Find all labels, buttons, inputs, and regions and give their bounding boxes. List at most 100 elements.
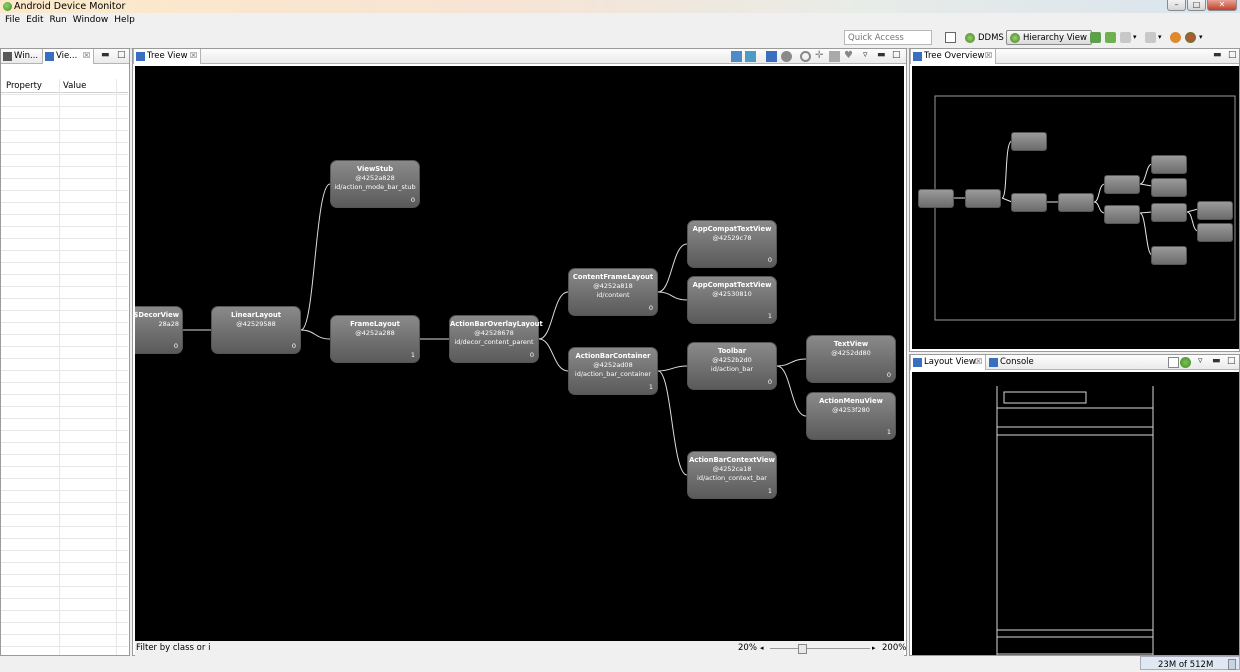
- close-button[interactable]: ✕: [1207, 0, 1237, 11]
- zoom-left-arrow-icon[interactable]: ◂: [760, 641, 764, 656]
- tree-node[interactable]: ActionBarContextView @4252ca18 id/action_c…: [687, 451, 777, 499]
- tree-node[interactable]: ViewStub @4252a828 id/action_mode_bar_stub…: [330, 160, 420, 208]
- window-icon: [3, 52, 12, 61]
- layout-canvas[interactable]: [912, 372, 1239, 655]
- minimize-icon[interactable]: ▬: [1213, 50, 1222, 60]
- maximize-button[interactable]: □: [1187, 0, 1206, 11]
- node-index: 0: [886, 371, 891, 379]
- property-row: [1, 226, 128, 227]
- tree-node[interactable]: TextView @4252dd80 0: [806, 335, 896, 383]
- node-address: @4252b2d0: [712, 356, 752, 364]
- filter-input[interactable]: [211, 643, 731, 654]
- device-icon[interactable]: [1090, 32, 1101, 43]
- property-row: [1, 538, 128, 539]
- tree-node[interactable]: ContentFrameLayout @4252a818 id/content 0: [568, 268, 658, 316]
- dump-icon[interactable]: ♥: [844, 51, 855, 62]
- tree-node[interactable]: ActionMenuView @4253f280 1: [806, 392, 896, 440]
- maximize-icon[interactable]: □: [1228, 50, 1237, 60]
- tree-node[interactable]: FrameLayout @4252a288 1: [330, 315, 420, 363]
- maximize-icon[interactable]: □: [1227, 356, 1236, 366]
- ddms-icon: [965, 33, 975, 43]
- node-index: 0: [767, 378, 772, 386]
- tree-node[interactable]: LinearLayout @42529588 0: [211, 306, 301, 354]
- filter-icon[interactable]: [1168, 357, 1179, 368]
- close-icon[interactable]: ☒: [83, 49, 90, 63]
- property-row: [1, 250, 128, 251]
- maximize-icon[interactable]: □: [117, 50, 126, 60]
- minimize-icon[interactable]: ▬: [1212, 356, 1221, 366]
- minimize-button[interactable]: –: [1167, 0, 1186, 11]
- tab-console[interactable]: Console: [987, 355, 1037, 370]
- close-icon[interactable]: ☒: [190, 49, 197, 63]
- zoom-slider-thumb[interactable]: [798, 644, 807, 654]
- property-row: [1, 322, 128, 323]
- node-index: 1: [410, 351, 415, 359]
- save-png-icon[interactable]: [731, 51, 742, 62]
- menu-run[interactable]: Run: [49, 13, 72, 27]
- chevron-down-icon[interactable]: ▾: [1199, 32, 1210, 43]
- tab-view-properties[interactable]: Vie... ☒: [42, 49, 94, 64]
- block-icon[interactable]: [800, 51, 811, 62]
- property-row: [1, 418, 128, 419]
- refresh-icon[interactable]: [1145, 32, 1156, 43]
- inspect-icon[interactable]: [1185, 32, 1196, 43]
- load-icon[interactable]: [1120, 32, 1131, 43]
- tree-node[interactable]: ActionBarOverlayLayout @42528678 id/decor_…: [449, 315, 543, 363]
- load-hierarchy-icon[interactable]: [766, 51, 777, 62]
- open-perspective-icon[interactable]: [945, 32, 956, 43]
- node-class-name: AppCompatTextView: [692, 281, 772, 289]
- menu-window[interactable]: Window: [72, 13, 114, 27]
- back-icon[interactable]: [1170, 32, 1181, 43]
- tree-node[interactable]: ActionBarContainer @4252ad08 id/action_bar…: [568, 347, 658, 395]
- maximize-icon[interactable]: □: [892, 50, 901, 60]
- minimize-icon[interactable]: ▬: [877, 50, 886, 60]
- close-icon[interactable]: ☒: [985, 49, 992, 63]
- trash-icon[interactable]: [1228, 659, 1236, 670]
- status-bar: [0, 656, 1240, 672]
- column-value[interactable]: Value: [63, 79, 86, 93]
- tab-tree-view[interactable]: Tree View ☒: [133, 49, 201, 64]
- view-menu-icon[interactable]: ▿: [1198, 356, 1203, 366]
- tree-node[interactable]: Toolbar @4252b2d0 id/action_bar 0: [687, 342, 777, 390]
- tab-tree-overview[interactable]: Tree Overview ☒: [910, 49, 996, 64]
- property-row: [1, 370, 128, 371]
- heap-status: 23M of 512M: [1158, 660, 1214, 670]
- menu-edit[interactable]: Edit: [25, 13, 48, 27]
- chevron-down-icon[interactable]: ▾: [1158, 32, 1169, 43]
- tree-canvas[interactable]: w$DecorView28a280 LinearLayout@425295880 V…: [135, 66, 904, 641]
- quick-access-input[interactable]: [844, 30, 932, 45]
- tree-node[interactable]: AppCompatTextView @42529c78 0: [687, 220, 777, 268]
- zoom-right-arrow-icon[interactable]: ▸: [872, 641, 876, 656]
- node-class-name: FrameLayout: [350, 320, 400, 328]
- export-layers-icon[interactable]: [745, 51, 756, 62]
- minimize-icon[interactable]: ▬: [101, 50, 110, 60]
- tree-node[interactable]: AppCompatTextView @42530810 1: [687, 276, 777, 324]
- zoom-slider-track[interactable]: [770, 648, 870, 649]
- node-class-name: AppCompatTextView: [692, 225, 772, 233]
- chevron-down-icon[interactable]: ▾: [1133, 32, 1144, 43]
- property-row: [1, 166, 128, 167]
- tab-windows[interactable]: Win...: [1, 49, 41, 64]
- view-menu-icon[interactable]: ▿: [863, 50, 868, 60]
- tab-layout-view[interactable]: Layout View ☒: [910, 355, 986, 370]
- property-row: [1, 178, 128, 179]
- overview-node: [1151, 178, 1187, 197]
- invalidate-icon[interactable]: [781, 51, 792, 62]
- tab-console-label: Console: [1000, 357, 1034, 367]
- tree-node[interactable]: w$DecorView28a28 0: [135, 306, 183, 354]
- crosshair-icon[interactable]: ✛: [815, 51, 826, 62]
- perspective-hierarchy-button[interactable]: Hierarchy View: [1006, 30, 1092, 45]
- refresh-icon[interactable]: [1180, 357, 1191, 368]
- save-icon[interactable]: [1105, 32, 1116, 43]
- menu-file[interactable]: File: [4, 13, 25, 27]
- layout-view-panel: Layout View ☒ Console ▿ ▬ □: [909, 354, 1240, 656]
- column-property[interactable]: Property: [6, 79, 42, 93]
- property-row: [1, 94, 128, 95]
- request-layout-icon[interactable]: [829, 51, 840, 62]
- overview-node: [1058, 193, 1094, 212]
- overview-canvas[interactable]: [912, 66, 1239, 349]
- perspective-ddms-button[interactable]: DDMS: [961, 30, 1009, 45]
- close-icon[interactable]: ☒: [975, 355, 982, 369]
- property-row: [1, 154, 128, 155]
- menu-help[interactable]: Help: [113, 13, 140, 27]
